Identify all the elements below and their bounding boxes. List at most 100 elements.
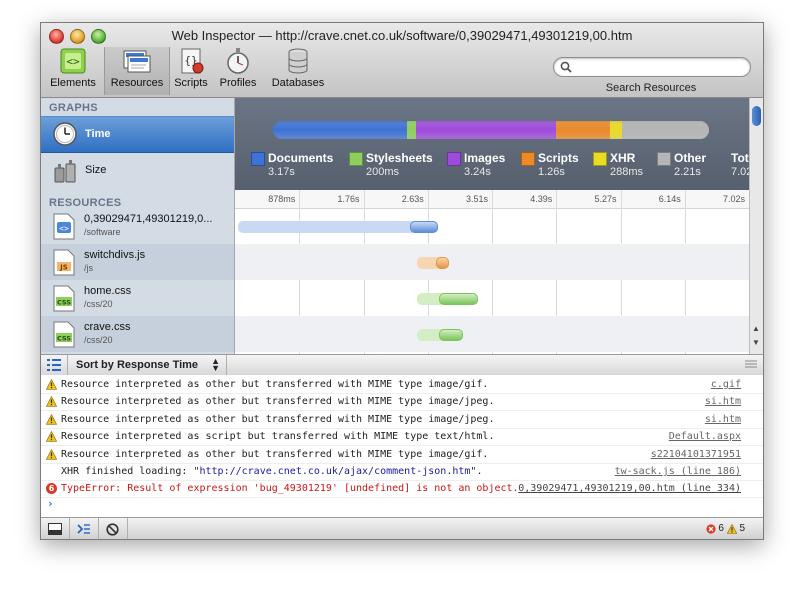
message-url-link[interactable]: http://crave.cnet.co.uk/ajax/comment-jso…: [199, 466, 470, 477]
scrollbar-thumb[interactable]: [752, 106, 761, 126]
legend-label: Stylesheets: [366, 151, 433, 165]
console-message[interactable]: Resource interpreted as other but transf…: [41, 393, 763, 412]
clear-console-button[interactable]: [99, 518, 128, 539]
console-message-text: Resource interpreted as other but transf…: [61, 379, 489, 390]
warning-icon: [46, 379, 57, 390]
legend-swatch: [251, 152, 265, 166]
toolbar-resources-button[interactable]: Resources: [104, 47, 170, 95]
sort-select[interactable]: Sort by Response Time ▲ ▼: [67, 355, 227, 375]
legend-value: 1.26s: [538, 166, 565, 178]
console-message[interactable]: Resource interpreted as script but trans…: [41, 428, 763, 447]
message-source-link[interactable]: s22104101371951: [651, 449, 741, 460]
console-message[interactable]: XHR finished loading: "http://crave.cnet…: [41, 463, 763, 481]
svg-text:CSS: CSS: [57, 335, 71, 343]
svg-text:<>: <>: [66, 55, 80, 68]
message-source-link[interactable]: c.gif: [711, 379, 741, 390]
search-input[interactable]: [576, 59, 744, 75]
legend-label: XHR: [610, 151, 636, 165]
message-source-link[interactable]: 0,39029471,49301219,00.htm (line 334): [518, 483, 741, 494]
message-counts[interactable]: 6 5: [705, 523, 745, 534]
resource-name: home.css: [84, 285, 132, 297]
stylesheet-file-icon: CSS: [53, 321, 75, 348]
resource-path: /software: [84, 227, 121, 237]
message-source-link[interactable]: tw-sack.js (line 186): [615, 466, 741, 477]
timeline-row[interactable]: [235, 244, 749, 280]
resource-item[interactable]: CSS crave.css /css/20: [41, 316, 234, 352]
legend-swatch: [447, 152, 461, 166]
scroll-up-arrow-icon[interactable]: ▲: [752, 324, 760, 333]
svg-text:<>: <>: [59, 224, 69, 233]
message-source-link[interactable]: si.htm: [705, 414, 741, 425]
legend-value: 2.21s: [674, 166, 701, 178]
console-message-text: Resource interpreted as other but transf…: [61, 413, 495, 425]
toolbar-scripts-button[interactable]: {} Scripts: [170, 47, 212, 95]
weights-icon: [54, 160, 76, 183]
console-message[interactable]: Resource interpreted as other but transf…: [41, 376, 763, 394]
warning-count: 5: [739, 523, 745, 534]
resize-grip-icon[interactable]: [745, 359, 757, 369]
script-file-icon: JS: [53, 249, 75, 276]
legend-swatch: [593, 152, 607, 166]
svg-text:CSS: CSS: [57, 299, 71, 307]
console-message-text: Resource interpreted as script but trans…: [61, 431, 495, 443]
toolbar-elements-button[interactable]: <> Elements: [45, 47, 101, 95]
resource-name: switchdivs.js: [84, 249, 146, 261]
legend-label: Images: [464, 151, 506, 165]
console-toggle-button[interactable]: [70, 518, 99, 539]
console-prompt[interactable]: ›: [47, 497, 54, 510]
dock-toggle-button[interactable]: [41, 518, 70, 539]
summary-bar-segment: [555, 121, 610, 139]
summary-bar-segment: [621, 121, 709, 139]
warning-icon: [46, 448, 57, 460]
search-label: Search Resources: [605, 82, 697, 94]
legend-swatch: [521, 152, 535, 166]
timeline-row[interactable]: [235, 280, 749, 316]
stopwatch-icon: [223, 47, 253, 75]
graphs-heading: GRAPHS: [49, 102, 98, 114]
toolbar-databases-button[interactable]: Databases: [267, 47, 329, 95]
warning-icon: [46, 413, 57, 425]
document-file-icon: <>: [53, 213, 75, 240]
toolbar-profiles-button[interactable]: Profiles: [214, 47, 262, 95]
summary-bar-segment: [416, 121, 556, 139]
console-message[interactable]: Resource interpreted as other but transf…: [41, 411, 763, 429]
console-message-text: XHR finished loading: "http://crave.cnet…: [61, 466, 482, 477]
resources-icon: [122, 47, 152, 75]
tick-label: 1.76s: [337, 194, 360, 204]
toolbar: Web Inspector — http://crave.cnet.co.uk/…: [41, 23, 763, 98]
timeline-rows: [235, 208, 749, 354]
tick-label: 7.02s: [722, 194, 745, 204]
message-source-link[interactable]: si.htm: [705, 396, 741, 407]
legend-value: 7.02s: [731, 166, 749, 178]
sidebar-graph-size[interactable]: Size: [41, 153, 234, 188]
tick-label: 6.14s: [658, 194, 681, 204]
tick-label: 3.51s: [465, 194, 488, 204]
toolbar-label: Scripts: [174, 77, 208, 89]
list-view-icon[interactable]: [47, 359, 61, 371]
web-inspector-window: Web Inspector — http://crave.cnet.co.uk/…: [40, 22, 764, 540]
tick-label: 878ms: [268, 194, 296, 204]
legend-value: 3.17s: [268, 166, 295, 178]
error-count: 6: [718, 523, 724, 534]
stylesheet-file-icon: CSS: [53, 285, 75, 312]
scroll-down-arrow-icon[interactable]: ▼: [752, 338, 760, 347]
vertical-scrollbar[interactable]: ▲ ▼: [749, 98, 763, 354]
timeline-row[interactable]: [235, 208, 749, 244]
message-text: XHR finished loading: ": [61, 466, 200, 477]
resource-item[interactable]: JS switchdivs.js /js: [41, 244, 234, 280]
summary-bar-segment: [273, 121, 408, 139]
resource-name: crave.css: [84, 321, 131, 333]
timeline-row[interactable]: [235, 316, 749, 352]
tick-label: 5.27s: [594, 194, 617, 204]
sidebar-graph-time[interactable]: Time: [41, 116, 234, 153]
message-source-link[interactable]: Default.aspx: [669, 431, 741, 442]
resource-item[interactable]: CSS home.css /css/20: [41, 280, 234, 316]
resource-item[interactable]: <> 0,39029471,49301219,0... /software: [41, 208, 234, 244]
legend-value: 288ms: [610, 166, 644, 178]
search-field[interactable]: [553, 57, 751, 77]
console-message[interactable]: Resource interpreted as other but transf…: [41, 446, 763, 464]
warning-icon: [46, 396, 57, 407]
legend-value: 200ms: [366, 166, 400, 178]
console-message[interactable]: 6 TypeError: Result of expression 'bug_49…: [41, 480, 763, 499]
download-bar: [439, 329, 464, 341]
